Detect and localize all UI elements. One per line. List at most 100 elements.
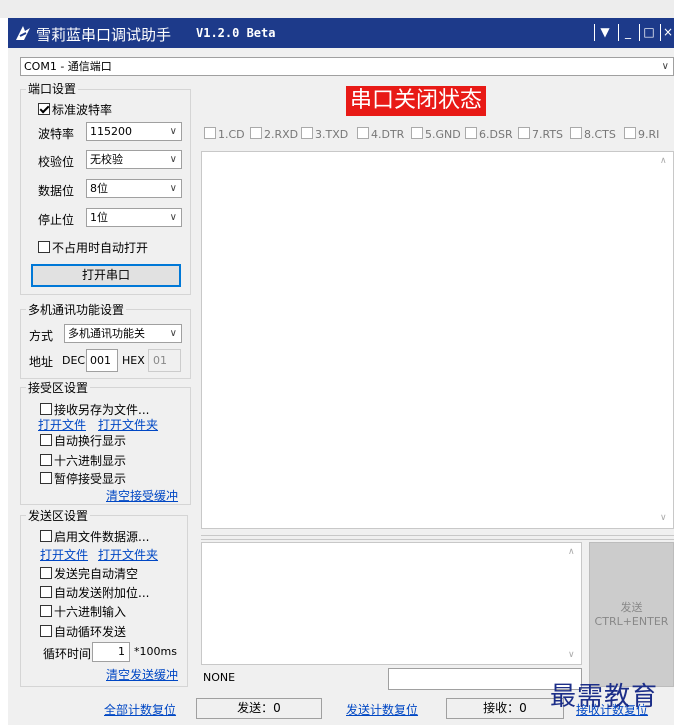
signal-dtr: 4.DTR (357, 127, 404, 141)
indicator-box-icon (250, 127, 262, 139)
mode-select[interactable]: 多机通讯功能关 ∨ (64, 324, 182, 343)
auto-open-label: 不占用时自动打开 (52, 241, 149, 255)
auto-newline-checkbox[interactable]: 自动换行显示 (40, 432, 126, 449)
databits-value: 8位 (90, 182, 108, 195)
send-textarea[interactable] (201, 542, 582, 665)
save-to-file-label: 接收另存为文件... (54, 403, 150, 417)
auto-clear-checkbox[interactable]: 发送完自动清空 (40, 565, 138, 582)
checkbox-icon (40, 454, 52, 466)
mode-label: 方式 (29, 329, 54, 343)
auto-newline-label: 自动换行显示 (54, 434, 127, 448)
mode-value: 多机通讯功能关 (68, 327, 145, 340)
desktop-strip (0, 0, 674, 18)
chevron-down-icon: ∨ (169, 328, 177, 339)
send-button-shortcut: CTRL+ENTER (594, 615, 669, 628)
loop-time-input[interactable]: 1 (92, 642, 130, 662)
title-bar[interactable]: 雪莉蓝串口调试助手 V1.2.0 Beta ▼ _ □ × (8, 18, 674, 48)
scroll-up-icon[interactable]: ∧ (660, 156, 667, 166)
databits-select[interactable]: 8位 ∨ (86, 179, 182, 198)
append-bits-checkbox[interactable]: 自动发送附加位... (40, 584, 149, 601)
chevron-down-icon: ∨ (169, 212, 177, 223)
checkbox-checked-icon (38, 103, 50, 115)
reset-all-link[interactable]: 全部计数复位 (104, 701, 176, 718)
pause-display-checkbox[interactable]: 暂停接受显示 (40, 470, 126, 487)
minimize-button[interactable]: _ (618, 24, 637, 41)
reset-sent-link[interactable]: 发送计数复位 (346, 701, 418, 718)
recv-count: 接收：0 (446, 698, 564, 719)
hex-label: HEX (122, 354, 145, 367)
address-label: 地址 (29, 355, 54, 369)
send-open-file-link[interactable]: 打开文件 (40, 546, 88, 563)
indicator-box-icon (301, 127, 313, 139)
send-open-folder-link[interactable]: 打开文件夹 (98, 546, 158, 563)
port-select[interactable]: COM1 - 通信端口 ∨ (20, 57, 674, 76)
dec-input[interactable]: 001 (86, 349, 118, 372)
auto-clear-label: 发送完自动清空 (54, 567, 139, 581)
loop-send-label: 自动循环发送 (54, 625, 127, 639)
port-status-banner: 串口关闭状态 (346, 86, 487, 116)
checkbox-icon (40, 403, 52, 415)
checkbox-icon (40, 586, 52, 598)
checkbox-icon (40, 625, 52, 637)
port-select-value: COM1 - 通信端口 (24, 60, 112, 73)
auto-open-checkbox[interactable]: 不占用时自动打开 (38, 239, 148, 256)
indicator-box-icon (411, 127, 423, 139)
clear-receive-link[interactable]: 清空接受缓冲 (106, 487, 178, 504)
line-ending-label: NONE (203, 671, 236, 684)
pause-display-label: 暂停接受显示 (54, 472, 127, 486)
checkbox-icon (40, 530, 52, 542)
indicator-box-icon (624, 127, 636, 139)
hex-input[interactable]: 01 (148, 349, 181, 372)
hex-input-label: 十六进制输入 (54, 605, 127, 619)
indicator-box-icon (465, 127, 477, 139)
pane-splitter[interactable] (201, 535, 674, 540)
signal-dsr: 6.DSR (465, 127, 513, 141)
window-version: V1.2.0 Beta (196, 26, 276, 40)
parity-value: 无校验 (90, 153, 123, 166)
loop-time-label: 循环时间 (43, 647, 92, 661)
indicator-box-icon (357, 127, 369, 139)
indicator-box-icon (518, 127, 530, 139)
hex-display-label: 十六进制显示 (54, 454, 127, 468)
close-button[interactable]: × (660, 24, 674, 41)
open-port-button[interactable]: 打开串口 (31, 264, 181, 287)
scroll-up-icon[interactable]: ∧ (568, 547, 575, 557)
baud-label: 波特率 (38, 127, 75, 141)
checkbox-icon (40, 472, 52, 484)
maximize-button[interactable]: □ (639, 24, 658, 41)
clear-send-link[interactable]: 清空发送缓冲 (106, 666, 178, 683)
loop-send-checkbox[interactable]: 自动循环发送 (40, 623, 126, 640)
scroll-down-icon[interactable]: ∨ (660, 513, 667, 523)
stopbits-select[interactable]: 1位 ∨ (86, 208, 182, 227)
hex-input-checkbox[interactable]: 十六进制输入 (40, 603, 126, 620)
chevron-down-icon: ∨ (169, 126, 177, 137)
loop-time-unit: *100ms (134, 645, 177, 658)
standard-baud-checkbox[interactable]: 标准波特率 (38, 101, 112, 118)
app-logo-icon (16, 26, 30, 40)
baud-select[interactable]: 115200 ∨ (86, 122, 182, 141)
parity-select[interactable]: 无校验 ∨ (86, 150, 182, 169)
checkbox-icon (40, 434, 52, 446)
dropdown-menu-icon[interactable]: ▼ (594, 24, 615, 41)
scroll-down-icon[interactable]: ∨ (568, 650, 575, 660)
hex-display-checkbox[interactable]: 十六进制显示 (40, 452, 126, 469)
sent-count: 发送：0 (196, 698, 322, 719)
receive-open-file-link[interactable]: 打开文件 (38, 416, 86, 433)
checkbox-icon (40, 605, 52, 617)
indicator-box-icon (204, 127, 216, 139)
watermark-text: 最需教育 (550, 682, 659, 712)
send-button[interactable]: 发送 CTRL+ENTER (589, 542, 674, 687)
port-settings-title: 端口设置 (26, 80, 79, 97)
parity-label: 校验位 (38, 155, 75, 169)
dec-label: DEC (62, 354, 86, 367)
receive-textarea[interactable] (201, 151, 674, 529)
standard-baud-label: 标准波特率 (52, 103, 113, 117)
databits-label: 数据位 (38, 184, 75, 198)
file-source-checkbox[interactable]: 启用文件数据源... (40, 528, 149, 545)
send-button-label: 发送 (620, 601, 643, 614)
checkbox-icon (38, 241, 50, 253)
send-settings-title: 发送区设置 (26, 507, 91, 524)
receive-open-folder-link[interactable]: 打开文件夹 (98, 416, 158, 433)
indicator-box-icon (570, 127, 582, 139)
signal-txd: 3.TXD (301, 127, 348, 141)
